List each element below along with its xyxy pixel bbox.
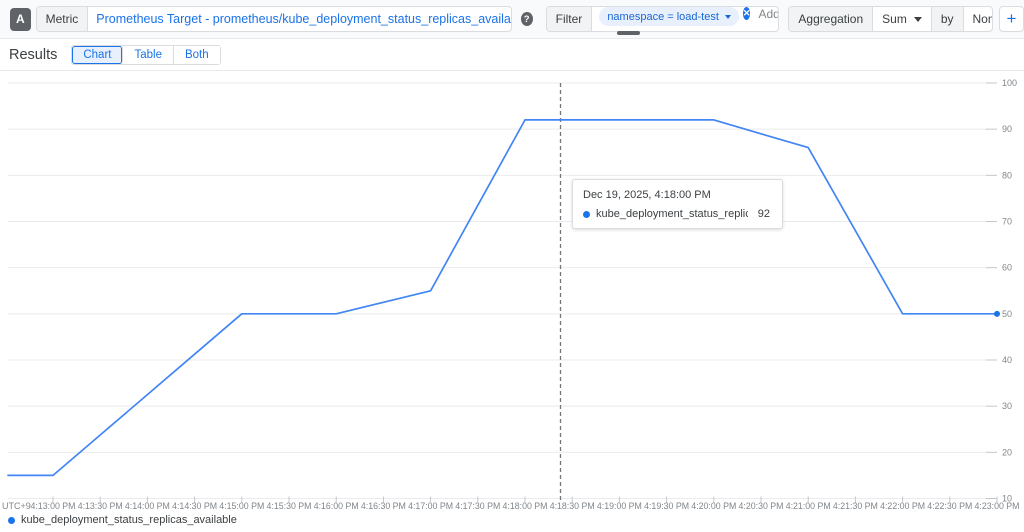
aggregation-label: Aggregation bbox=[789, 7, 873, 31]
timezone-label: UTC+9 bbox=[2, 501, 31, 511]
svg-text:4:21:30 PM: 4:21:30 PM bbox=[833, 501, 878, 511]
svg-text:90: 90 bbox=[1002, 124, 1012, 134]
chart-area[interactable]: 1020304050607080901004:13:00 PM4:13:30 P… bbox=[0, 71, 1024, 531]
by-label: by bbox=[931, 7, 964, 31]
group-by-dropdown[interactable]: None bbox=[964, 7, 993, 31]
svg-text:20: 20 bbox=[1002, 447, 1012, 457]
svg-text:4:15:00 PM: 4:15:00 PM bbox=[219, 501, 264, 511]
svg-text:4:20:30 PM: 4:20:30 PM bbox=[739, 501, 784, 511]
svg-text:4:18:30 PM: 4:18:30 PM bbox=[550, 501, 595, 511]
filter-control[interactable]: Filter namespace = load-test ✕ Add filte… bbox=[546, 6, 780, 32]
legend-color-dot bbox=[8, 517, 15, 524]
svg-text:100: 100 bbox=[1002, 78, 1017, 88]
query-letter-badge: A bbox=[10, 8, 31, 31]
aggregation-value: Sum bbox=[882, 12, 907, 26]
metric-value-text: Prometheus Target - prometheus/kube_depl… bbox=[96, 12, 511, 26]
svg-text:4:14:30 PM: 4:14:30 PM bbox=[172, 501, 217, 511]
svg-text:4:19:30 PM: 4:19:30 PM bbox=[644, 501, 689, 511]
svg-text:4:22:00 PM: 4:22:00 PM bbox=[880, 501, 925, 511]
svg-text:4:13:30 PM: 4:13:30 PM bbox=[78, 501, 123, 511]
svg-text:4:17:00 PM: 4:17:00 PM bbox=[408, 501, 453, 511]
aggregation-control[interactable]: Aggregation Sum by None bbox=[788, 6, 992, 32]
svg-text:4:13:00 PM: 4:13:00 PM bbox=[31, 501, 76, 511]
metric-label: Metric bbox=[37, 7, 89, 31]
legend-series-name: kube_deployment_status_replicas_availabl… bbox=[21, 514, 237, 526]
svg-text:4:16:00 PM: 4:16:00 PM bbox=[314, 501, 359, 511]
results-row: Results Chart Table Both bbox=[0, 39, 1024, 71]
tooltip-timestamp: Dec 19, 2025, 4:18:00 PM bbox=[583, 189, 772, 201]
results-view-toggle: Chart Table Both bbox=[71, 45, 220, 65]
tooltip-series-row: kube_deployment_status_replicas_availabl… bbox=[583, 208, 772, 220]
tab-chart[interactable]: Chart bbox=[72, 46, 123, 64]
svg-text:4:14:00 PM: 4:14:00 PM bbox=[125, 501, 170, 511]
svg-text:60: 60 bbox=[1002, 263, 1012, 273]
filter-label: Filter bbox=[547, 7, 593, 31]
svg-text:4:18:00 PM: 4:18:00 PM bbox=[503, 501, 548, 511]
svg-text:4:15:30 PM: 4:15:30 PM bbox=[267, 501, 312, 511]
svg-text:50: 50 bbox=[1002, 309, 1012, 319]
svg-text:80: 80 bbox=[1002, 170, 1012, 180]
filter-chip[interactable]: namespace = load-test bbox=[599, 7, 739, 26]
metric-selector[interactable]: Metric Prometheus Target - prometheus/ku… bbox=[36, 6, 512, 32]
aggregation-dropdown[interactable]: Sum bbox=[873, 7, 931, 31]
svg-text:4:17:30 PM: 4:17:30 PM bbox=[455, 501, 500, 511]
group-by-value: None bbox=[973, 12, 993, 26]
results-title: Results bbox=[9, 47, 57, 63]
svg-text:4:21:00 PM: 4:21:00 PM bbox=[786, 501, 831, 511]
chart-tooltip: Dec 19, 2025, 4:18:00 PM kube_deployment… bbox=[572, 179, 783, 229]
svg-text:4:19:00 PM: 4:19:00 PM bbox=[597, 501, 642, 511]
svg-text:4:23:00 PM: 4:23:00 PM bbox=[975, 501, 1020, 511]
svg-text:4:16:30 PM: 4:16:30 PM bbox=[361, 501, 406, 511]
tab-both[interactable]: Both bbox=[174, 46, 220, 64]
filter-chip-label: namespace = load-test bbox=[607, 11, 719, 23]
tooltip-series-name: kube_deployment_status_replicas_availabl… bbox=[596, 208, 748, 220]
remove-filter-icon[interactable]: ✕ bbox=[743, 7, 751, 20]
series-color-dot bbox=[583, 211, 590, 218]
metric-dropdown[interactable]: Prometheus Target - prometheus/kube_depl… bbox=[88, 7, 511, 31]
query-toolbar: A Metric Prometheus Target - prometheus/… bbox=[0, 0, 1024, 39]
svg-text:30: 30 bbox=[1002, 401, 1012, 411]
help-icon[interactable]: ? bbox=[521, 12, 533, 26]
svg-text:4:20:00 PM: 4:20:00 PM bbox=[691, 501, 736, 511]
chevron-down-icon bbox=[914, 17, 922, 22]
svg-text:40: 40 bbox=[1002, 355, 1012, 365]
add-query-button[interactable]: + bbox=[999, 6, 1024, 32]
tab-table[interactable]: Table bbox=[123, 46, 174, 64]
tooltip-indicator-bar bbox=[617, 31, 640, 35]
add-filter-input[interactable]: Add filter bbox=[758, 7, 779, 31]
tooltip-series-value: 92 bbox=[758, 208, 772, 220]
chart-legend[interactable]: kube_deployment_status_replicas_availabl… bbox=[8, 514, 237, 526]
line-chart[interactable]: 1020304050607080901004:13:00 PM4:13:30 P… bbox=[0, 71, 1024, 531]
chevron-down-icon bbox=[725, 15, 731, 19]
svg-text:4:22:30 PM: 4:22:30 PM bbox=[927, 501, 972, 511]
svg-text:70: 70 bbox=[1002, 217, 1012, 227]
